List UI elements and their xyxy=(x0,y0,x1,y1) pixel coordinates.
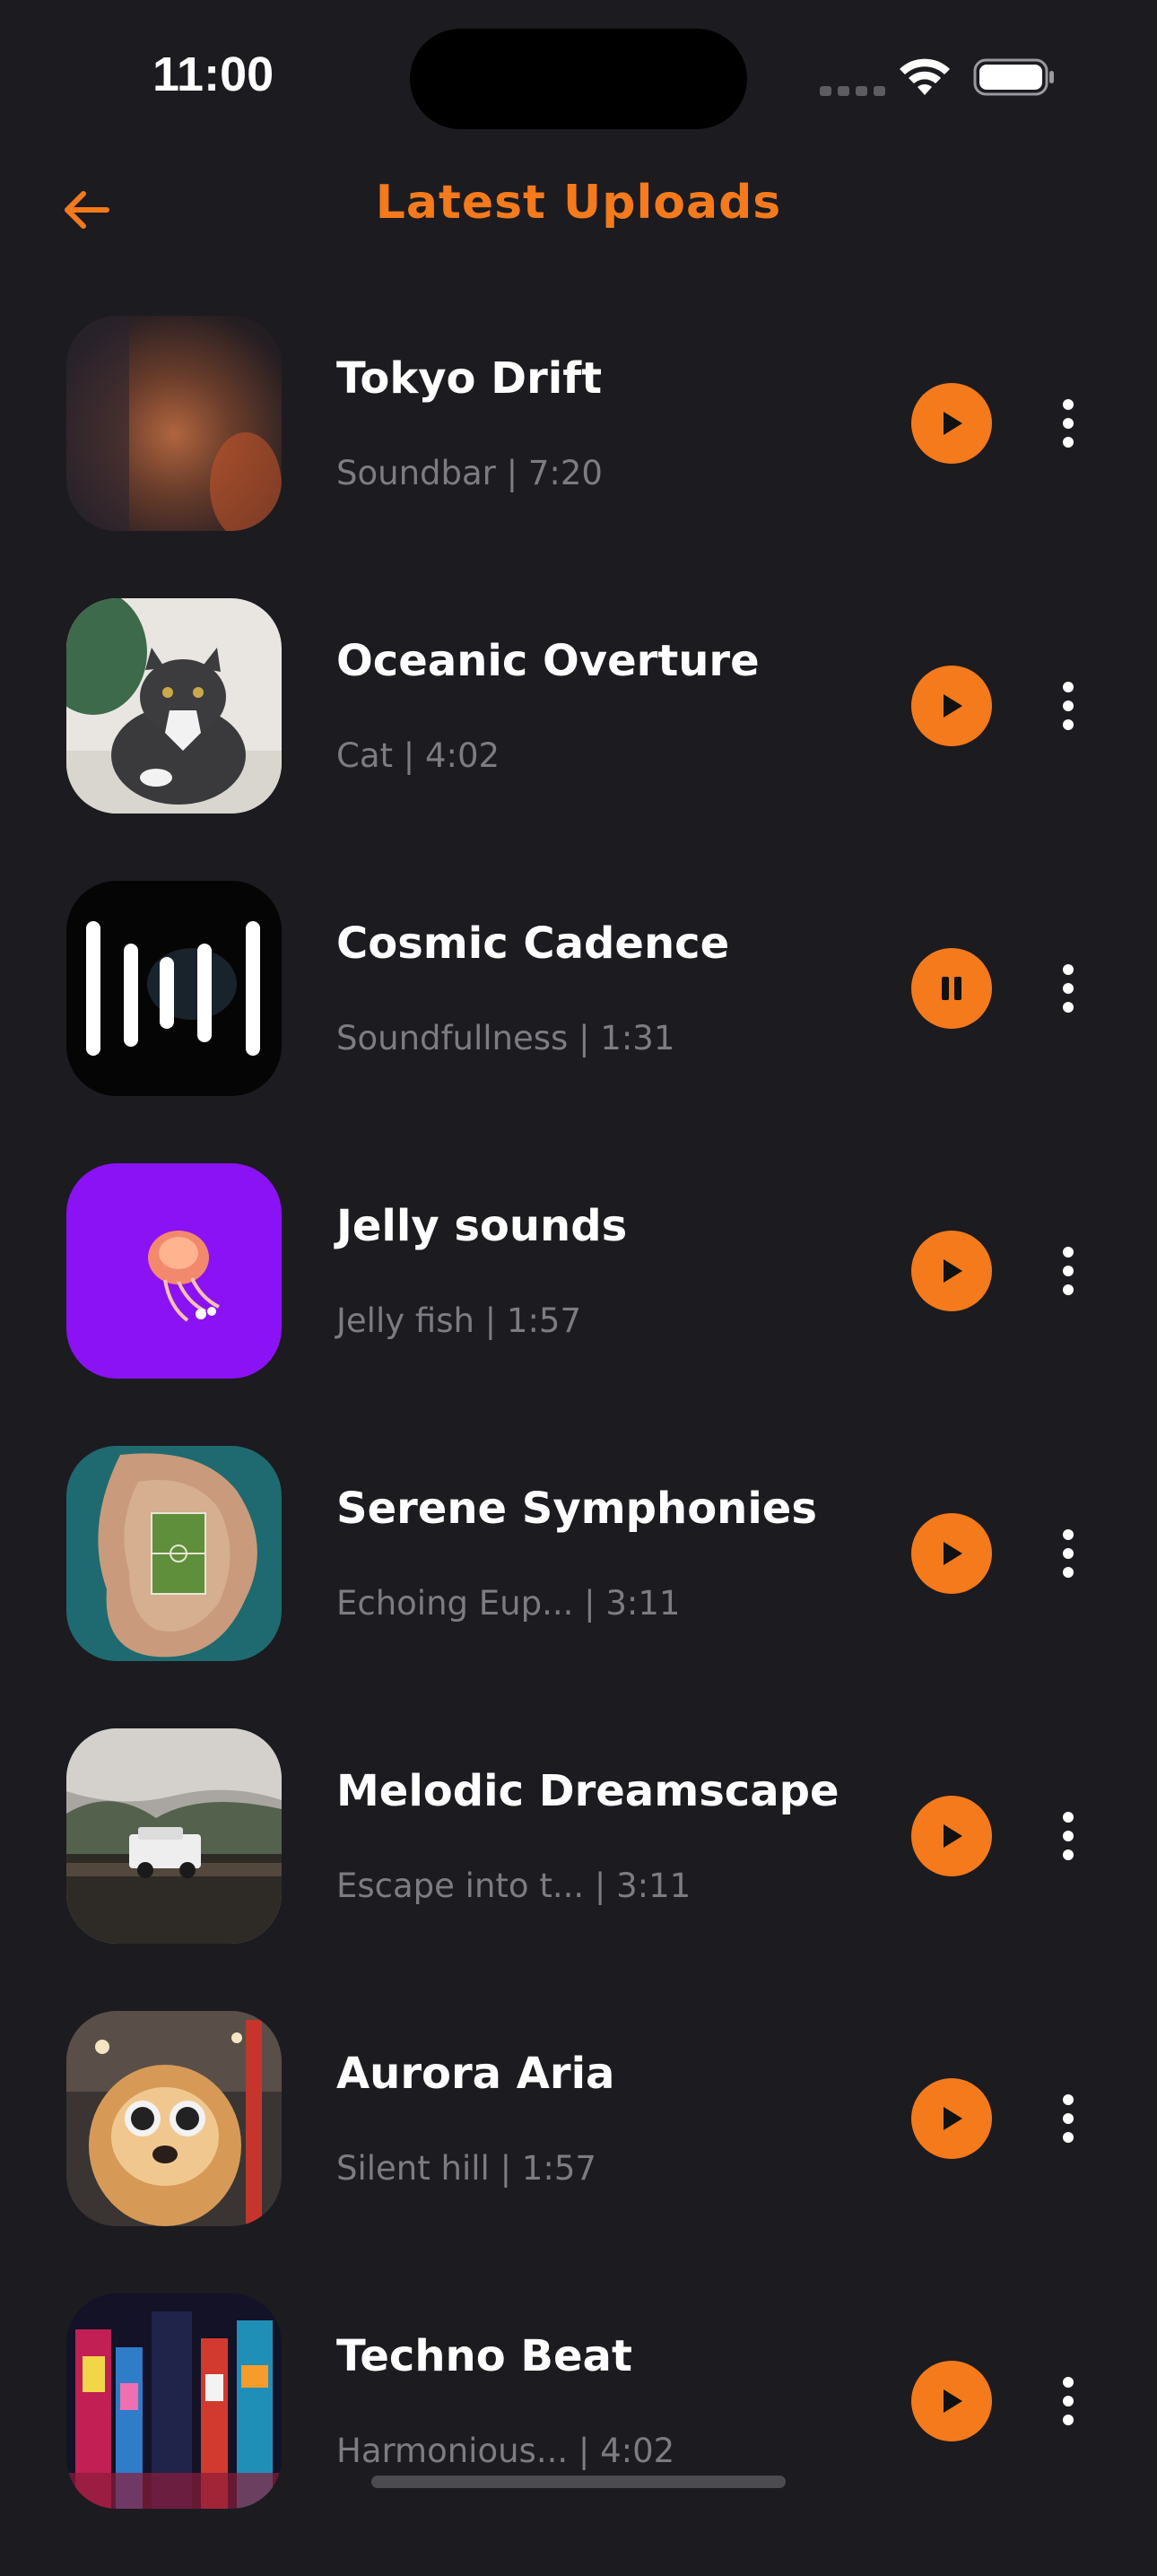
track-meta: Soundbar | 7:20 xyxy=(336,454,603,492)
track-meta: Echoing Eup... | 3:11 xyxy=(336,1584,681,1623)
more-dot xyxy=(1063,2113,1074,2124)
track-row[interactable]: Tokyo Drift Soundbar | 7:20 xyxy=(0,316,1157,598)
track-artwork xyxy=(66,598,282,814)
track-row[interactable]: Jelly sounds Jelly fish | 1:57 xyxy=(0,1163,1157,1446)
track-list: Tokyo Drift Soundbar | 7:20 Oceanic Over… xyxy=(0,316,1157,2576)
page-title: Latest Uploads xyxy=(375,176,782,230)
more-dot xyxy=(1063,2415,1074,2425)
track-title: Cosmic Cadence xyxy=(336,918,730,969)
wifi-icon xyxy=(900,58,950,95)
status-bar: 11:00 xyxy=(0,0,1157,152)
more-options-button[interactable] xyxy=(1046,2374,1091,2428)
track-row[interactable]: Melodic Dreamscape Escape into t... | 3:… xyxy=(0,1728,1157,2011)
more-dot xyxy=(1063,1548,1074,1559)
dynamic-island xyxy=(410,29,747,129)
track-row[interactable]: Techno Beat Harmonious... | 4:02 xyxy=(0,2293,1157,2576)
play-icon xyxy=(944,412,962,435)
track-title: Aurora Aria xyxy=(336,2049,615,2099)
more-dot xyxy=(1063,701,1074,711)
track-row[interactable]: Aurora Aria Silent hill | 1:57 xyxy=(0,2011,1157,2293)
more-dot xyxy=(1063,418,1074,429)
status-time: 11:00 xyxy=(152,48,274,101)
more-dot xyxy=(1063,983,1074,994)
track-artwork xyxy=(66,2293,282,2509)
header: Latest Uploads xyxy=(0,161,1157,251)
track-title: Tokyo Drift xyxy=(336,353,603,404)
play-icon xyxy=(944,1824,962,1848)
more-options-button[interactable] xyxy=(1046,1809,1091,1863)
more-dot xyxy=(1063,1567,1074,1578)
track-title: Oceanic Overture xyxy=(336,636,760,686)
more-dot xyxy=(1063,2094,1074,2105)
track-title: Jelly sounds xyxy=(336,1201,628,1251)
track-artwork xyxy=(66,881,282,1096)
track-title: Melodic Dreamscape xyxy=(336,1766,839,1816)
play-button[interactable] xyxy=(911,1513,992,1594)
play-icon xyxy=(944,2107,962,2130)
more-options-button[interactable] xyxy=(1046,1527,1091,1580)
play-icon xyxy=(944,2389,962,2413)
more-options-button[interactable] xyxy=(1046,2092,1091,2145)
play-button[interactable] xyxy=(911,666,992,746)
track-artwork xyxy=(66,1163,282,1379)
track-meta: Escape into t... | 3:11 xyxy=(336,1867,692,1905)
play-button[interactable] xyxy=(911,383,992,464)
play-button[interactable] xyxy=(911,2078,992,2159)
more-dot xyxy=(1063,1002,1074,1013)
track-meta: Cat | 4:02 xyxy=(336,736,500,775)
play-icon xyxy=(944,694,962,718)
pause-button[interactable] xyxy=(911,948,992,1029)
play-icon xyxy=(944,1259,962,1283)
track-title: Serene Symphonies xyxy=(336,1484,817,1534)
track-artwork xyxy=(66,1728,282,1944)
track-meta: Jelly fish | 1:57 xyxy=(336,1301,582,1340)
more-dot xyxy=(1063,1266,1074,1276)
track-row[interactable]: Oceanic Overture Cat | 4:02 xyxy=(0,598,1157,881)
more-options-button[interactable] xyxy=(1046,962,1091,1015)
more-dot xyxy=(1063,2377,1074,2388)
more-options-button[interactable] xyxy=(1046,1244,1091,1298)
more-dot xyxy=(1063,2396,1074,2406)
more-dot xyxy=(1063,1247,1074,1258)
play-button[interactable] xyxy=(911,2361,992,2441)
track-meta: Soundfullness | 1:31 xyxy=(336,1019,675,1057)
more-dot xyxy=(1063,1831,1074,1841)
track-artwork xyxy=(66,1446,282,1661)
more-dot xyxy=(1063,964,1074,975)
track-artwork xyxy=(66,316,282,531)
track-row[interactable]: Serene Symphonies Echoing Eup... | 3:11 xyxy=(0,1446,1157,1728)
track-row[interactable]: Cosmic Cadence Soundfullness | 1:31 xyxy=(0,881,1157,1163)
more-dot xyxy=(1063,1812,1074,1823)
track-meta: Silent hill | 1:57 xyxy=(336,2149,596,2188)
track-artwork xyxy=(66,2011,282,2226)
more-dot xyxy=(1063,437,1074,448)
more-options-button[interactable] xyxy=(1046,679,1091,733)
track-title: Techno Beat xyxy=(336,2331,632,2381)
more-dot xyxy=(1063,719,1074,730)
home-indicator xyxy=(371,2476,786,2488)
more-dot xyxy=(1063,1849,1074,1860)
cellular-signal-icon xyxy=(820,86,885,96)
track-meta: Harmonious... | 4:02 xyxy=(336,2432,675,2470)
more-dot xyxy=(1063,2132,1074,2143)
play-button[interactable] xyxy=(911,1796,992,1876)
pause-icon xyxy=(942,977,961,1000)
more-options-button[interactable] xyxy=(1046,396,1091,450)
more-dot xyxy=(1063,399,1074,410)
more-dot xyxy=(1063,682,1074,692)
more-dot xyxy=(1063,1284,1074,1295)
battery-icon xyxy=(973,58,1054,96)
play-button[interactable] xyxy=(911,1231,992,1311)
play-icon xyxy=(944,1542,962,1565)
more-dot xyxy=(1063,1529,1074,1540)
